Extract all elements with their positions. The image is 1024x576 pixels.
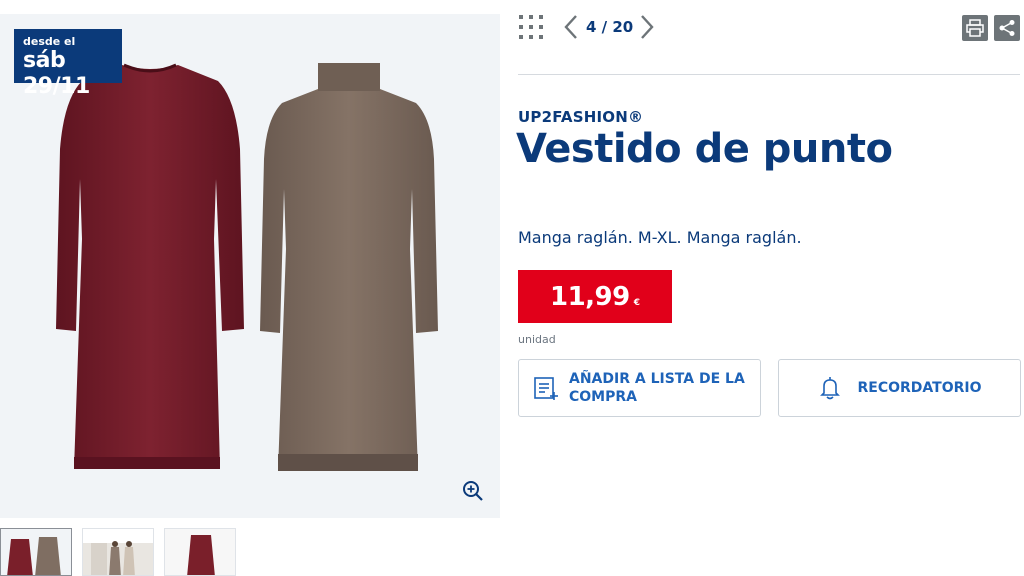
thumbnail-model-photo [83,529,153,575]
price-currency: € [633,297,640,308]
print-icon [966,19,984,37]
brown-dress-image [260,63,438,471]
product-description: Manga raglán. M-XL. Manga raglán. [518,228,802,247]
product-image[interactable]: desde el sáb 29/11 [0,14,500,518]
reminder-label: RECORDATORIO [857,380,982,396]
product-counter: 4 / 20 [586,18,634,36]
burgundy-dress-image [56,63,244,469]
chevron-left-icon [564,15,577,39]
product-toolbar: 4 / 20 [518,12,1022,48]
badge-date: sáb 29/11 [23,48,90,99]
add-to-shopping-list-button[interactable]: AÑADIR A LISTA DE LA COMPRA [518,359,761,417]
zoom-button[interactable] [460,478,486,504]
thumbnail-3[interactable] [164,528,236,576]
add-to-list-label: AÑADIR A LISTA DE LA COMPRA [569,371,745,405]
price-tag: 11,99 € [518,270,672,323]
thumbnail-strip [0,528,236,576]
share-icon [999,20,1015,36]
thumbnail-2[interactable] [82,528,154,576]
chevron-right-icon [641,15,654,39]
grid-view-button[interactable] [518,14,544,40]
grid-icon [519,15,543,39]
thumbnail-1[interactable] [0,528,72,576]
share-button[interactable] [994,15,1020,41]
price-unit: unidad [518,333,556,346]
thumbnail-both-dresses [1,529,71,575]
badge-prefix: desde el [23,35,76,48]
product-title: Vestido de punto [516,126,893,172]
header-divider [518,74,1020,75]
next-product-button[interactable] [634,12,658,42]
shopping-list-icon [534,377,558,400]
previous-product-button[interactable] [560,12,584,42]
bell-icon [820,377,841,400]
zoom-in-icon [463,481,483,501]
availability-date-badge: desde el sáb 29/11 [14,29,122,99]
reminder-button[interactable]: RECORDATORIO [778,359,1021,417]
print-button[interactable] [962,15,988,41]
price-amount: 11,99 [549,281,630,312]
thumbnail-burgundy-dress [165,529,235,575]
product-brand: UP2FASHION® [518,108,644,126]
product-page: desde el sáb 29/11 4 / 20 UP2FASHION® Ve… [0,0,1024,576]
